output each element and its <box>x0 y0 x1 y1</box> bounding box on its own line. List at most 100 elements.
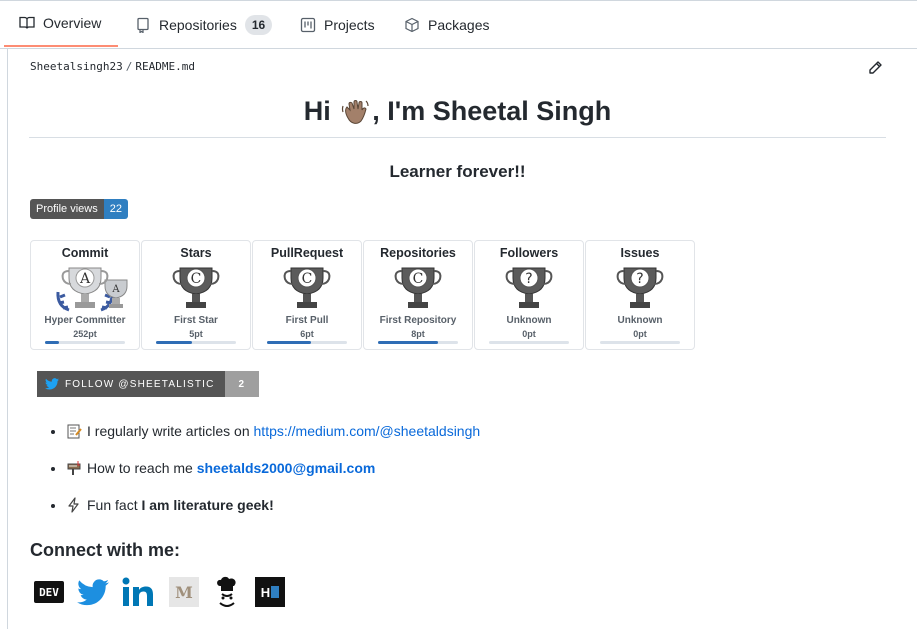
linkedin-icon[interactable] <box>122 576 156 608</box>
trophy-points: 252pt <box>73 329 97 339</box>
twitter-follower-count: 2 <box>224 371 260 397</box>
trophy-rank-b: A <box>111 284 120 295</box>
trophy-progress-bar <box>489 341 569 344</box>
trophy-rank: First Star <box>174 315 218 326</box>
trophy-progress-bar <box>267 341 347 344</box>
trophy-icon: A A <box>56 267 128 312</box>
readme-subheading: Learner forever!! <box>389 162 526 181</box>
trophy-rank-letter: ? <box>525 271 532 287</box>
profile-views-badge: Profile views 22 <box>30 199 128 219</box>
trophy-progress-fill <box>378 341 438 344</box>
list-item-text: How to reach me <box>87 460 197 476</box>
mailbox-icon <box>66 459 82 475</box>
trophy-progress-fill <box>45 341 60 344</box>
social-links: DEV M H <box>34 575 298 609</box>
trophy-title: Issues <box>620 246 660 260</box>
trophy-points: 8pt <box>411 329 425 339</box>
list-item: Fun fact I am literature geek! <box>66 493 480 530</box>
profile-views-label: Profile views <box>30 199 104 219</box>
connect-heading: Connect with me: <box>30 540 181 560</box>
list-item-text: I regularly write articles on <box>87 423 254 439</box>
trophy-rank: First Pull <box>285 315 329 326</box>
profile-tabs: Overview Repositories 16 Projects Packag… <box>0 1 917 49</box>
breadcrumb-separator: / <box>125 60 133 73</box>
trophy-icon: C <box>172 267 220 308</box>
twitter-follow-badge[interactable]: FOLLOW @SHEETALISTIC 2 <box>37 371 260 397</box>
dev-icon-label: DEV <box>39 585 59 599</box>
edit-pencil-icon[interactable] <box>867 60 883 76</box>
trophy-points: 5pt <box>189 329 203 339</box>
tab-overview[interactable]: Overview <box>4 1 118 47</box>
package-icon <box>404 17 420 33</box>
twitter-follow-label: FOLLOW @SHEETALISTIC <box>65 378 215 390</box>
trophy-rank: Unknown <box>506 315 552 326</box>
readme-file-link[interactable]: README.md <box>135 60 195 73</box>
trophy-progress-bar <box>378 341 458 344</box>
trophy-rank-letter: C <box>302 271 313 287</box>
trophy-progress-bar <box>600 341 680 344</box>
trophy-rank-letter: C <box>191 271 202 287</box>
tab-repositories[interactable]: Repositories 16 <box>135 1 273 48</box>
trophy-icon: C <box>394 267 442 308</box>
dev-icon[interactable]: DEV <box>34 581 64 603</box>
trophy-progress-bar <box>45 341 125 344</box>
trophy-rank: First Repository <box>379 315 457 326</box>
twitter-icon[interactable] <box>77 578 109 606</box>
heading-name: , I'm Sheetal Singh <box>372 96 612 126</box>
memo-icon <box>66 422 82 439</box>
email-link[interactable]: sheetalds2000@gmail.com <box>197 460 376 476</box>
tab-repositories-label: Repositories <box>159 16 237 33</box>
trophy-card: PullRequest C First Pull 6pt <box>252 240 362 350</box>
tab-packages[interactable]: Packages <box>404 1 489 48</box>
trophy-progress-fill <box>156 341 192 344</box>
trophy-rank: Hyper Committer <box>44 315 126 326</box>
trophy-icon: ? <box>616 267 664 308</box>
readme-card: Sheetalsingh23/README.md Hi , I'm Sheeta… <box>7 49 917 629</box>
trophy-rank-letter: ? <box>636 271 643 287</box>
trophy-title: Repositories <box>380 246 456 260</box>
tab-packages-label: Packages <box>428 16 490 33</box>
tab-projects[interactable]: Projects <box>300 1 375 48</box>
repositories-count-badge: 16 <box>244 14 273 35</box>
twitter-follow-label-wrap: FOLLOW @SHEETALISTIC <box>37 371 225 397</box>
trophy-card: Repositories C First Repository 8pt <box>363 240 473 350</box>
readme-heading: Hi , I'm Sheetal Singh <box>29 93 886 138</box>
trophy-rank-letter: A <box>79 271 91 287</box>
readme-owner-link[interactable]: Sheetalsingh23 <box>30 60 123 73</box>
trophy-card: Stars C First Star 5pt <box>141 240 251 350</box>
readme-breadcrumb: Sheetalsingh23/README.md <box>30 60 195 73</box>
heading-hi: Hi <box>303 96 331 126</box>
zap-icon <box>66 496 82 513</box>
trophy-card: Issues ? Unknown 0pt <box>585 240 695 350</box>
medium-icon[interactable]: M <box>169 577 199 607</box>
tab-overview-label: Overview <box>43 15 102 31</box>
trophy-icon: ? <box>505 267 553 308</box>
fun-fact-bold: I am literature geek! <box>141 497 274 513</box>
medium-icon-label: M <box>175 582 193 602</box>
trophy-row: Commit A A Hyper Committer 252pt Stars C… <box>30 240 696 350</box>
profile-views-count: 22 <box>103 199 128 219</box>
trophy-rank: Unknown <box>617 315 663 326</box>
book-icon <box>19 15 35 31</box>
trophy-title: Stars <box>180 246 212 260</box>
trophy-icon: C <box>283 267 331 308</box>
twitter-icon <box>45 378 59 390</box>
trophy-card: Followers ? Unknown 0pt <box>474 240 584 350</box>
trophy-points: 0pt <box>633 329 647 339</box>
trophy-points: 6pt <box>300 329 314 339</box>
medium-link[interactable]: https://medium.com/@sheetaldsingh <box>254 423 481 439</box>
hashnode-icon-letter: H <box>260 584 271 600</box>
list-item-text: Fun fact <box>87 497 142 513</box>
list-item: I regularly write articles on https://me… <box>66 419 480 456</box>
about-list: I regularly write articles on https://me… <box>30 419 480 530</box>
waving-hand-icon <box>340 98 370 128</box>
trophy-progress-bar <box>156 341 236 344</box>
codechef-icon[interactable] <box>212 575 242 609</box>
trophy-points: 0pt <box>522 329 536 339</box>
hashnode-icon[interactable]: H <box>255 577 285 607</box>
trophy-card: Commit A A Hyper Committer 252pt <box>30 240 140 350</box>
list-item: How to reach me sheetalds2000@gmail.com <box>66 456 480 493</box>
trophy-rank-letter: C <box>413 271 424 287</box>
repo-icon <box>135 17 151 33</box>
hashnode-icon-block <box>271 586 280 598</box>
